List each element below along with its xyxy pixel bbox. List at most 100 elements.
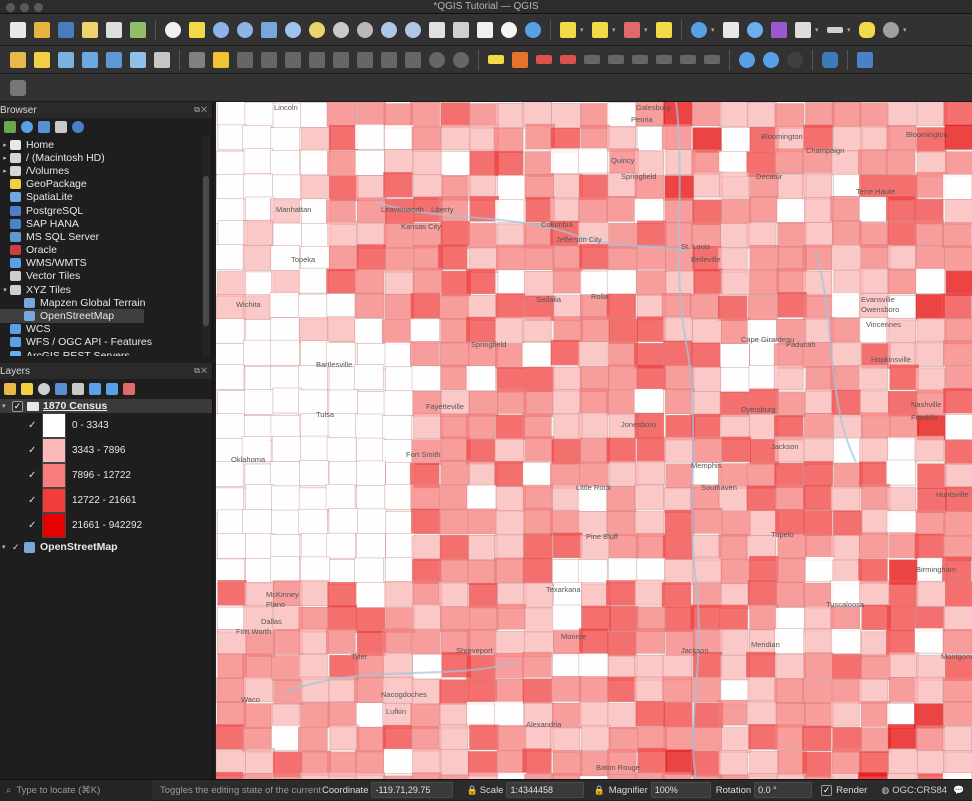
scale-field[interactable]: 1:4344458 xyxy=(506,782,585,798)
browser-item[interactable]: WMS/WMTS xyxy=(0,257,212,270)
toggle-editing-icon[interactable] xyxy=(186,49,208,71)
crs-globe-icon[interactable]: ◍ xyxy=(881,785,889,796)
add-raster-icon[interactable] xyxy=(103,49,125,71)
new-print-layout-icon[interactable] xyxy=(79,19,101,41)
class-visibility-check[interactable]: ✓ xyxy=(28,495,42,506)
globe-icon[interactable] xyxy=(784,49,806,71)
data-source-manager-icon[interactable] xyxy=(7,49,29,71)
expand-arrow-icon[interactable]: ▾ xyxy=(2,543,12,551)
identify-icon[interactable] xyxy=(688,19,710,41)
zoom-to-selection-icon[interactable] xyxy=(306,19,328,41)
locator-search[interactable]: ⌕ Type to locate (⌘K) xyxy=(0,779,152,801)
crs-value[interactable]: OGC:CRS84 xyxy=(892,785,947,796)
expand-arrow-icon[interactable]: ▸ xyxy=(0,154,10,162)
browser-item[interactable]: ▸ Home xyxy=(0,138,212,151)
browser-item[interactable]: GeoPackage xyxy=(0,178,212,191)
add-wms-icon[interactable] xyxy=(736,49,758,71)
browser-item[interactable]: SpatiaLite xyxy=(0,191,212,204)
measure-icon[interactable] xyxy=(824,19,846,41)
class-visibility-check[interactable]: ✓ xyxy=(28,420,42,431)
unpin-icon[interactable] xyxy=(701,49,723,71)
attribute-table-icon[interactable] xyxy=(720,19,742,41)
undo-icon[interactable] xyxy=(426,49,448,71)
visibility-icon[interactable] xyxy=(38,383,50,395)
temporal-controller-icon[interactable] xyxy=(498,19,520,41)
magnifier-field[interactable]: 100% xyxy=(650,782,711,798)
move-label-icon[interactable] xyxy=(581,49,603,71)
collapse-all-icon[interactable] xyxy=(55,121,67,133)
open-project-icon[interactable] xyxy=(31,19,53,41)
save-edits-icon[interactable] xyxy=(234,49,256,71)
statistics-icon[interactable] xyxy=(768,19,790,41)
browser-item[interactable]: ArcGIS REST Servers xyxy=(0,349,212,356)
deselect-icon[interactable] xyxy=(621,19,643,41)
expand-all-icon[interactable] xyxy=(89,383,101,395)
remove-layer-icon[interactable] xyxy=(123,383,135,395)
map-canvas[interactable]: Lincoln Galesburg Peoria Bloomington Champai… xyxy=(216,102,972,779)
collapse-all-icon[interactable] xyxy=(106,383,118,395)
zoom-last-icon[interactable] xyxy=(378,19,400,41)
paste-icon[interactable] xyxy=(402,49,424,71)
panel-controls-icon[interactable]: ⧉✕ xyxy=(194,105,208,115)
add-layer-icon[interactable] xyxy=(31,49,53,71)
digitize-icon[interactable] xyxy=(79,49,101,71)
change-label-icon[interactable] xyxy=(629,49,651,71)
zoom-next-icon[interactable] xyxy=(402,19,424,41)
browser-item[interactable]: PostgreSQL xyxy=(0,204,212,217)
diagram-icon[interactable] xyxy=(509,49,531,71)
pencil-icon[interactable] xyxy=(210,49,232,71)
filter-legend-icon[interactable] xyxy=(55,383,67,395)
class-visibility-check[interactable]: ✓ xyxy=(28,445,42,456)
style-manager-icon[interactable] xyxy=(127,19,149,41)
browser-item[interactable]: MS SQL Server xyxy=(0,230,212,243)
copy-icon[interactable] xyxy=(378,49,400,71)
annotation-icon[interactable] xyxy=(880,19,902,41)
add-wfs-icon[interactable] xyxy=(760,49,782,71)
add-feature-icon[interactable] xyxy=(258,49,280,71)
delete-icon[interactable] xyxy=(330,49,352,71)
show-hide-labels-icon[interactable] xyxy=(653,49,675,71)
class-visibility-check[interactable]: ✓ xyxy=(28,470,42,481)
browser-item[interactable]: SAP HANA xyxy=(0,217,212,230)
select-features-icon[interactable] xyxy=(557,19,579,41)
toolbox-icon[interactable] xyxy=(744,19,766,41)
pan-to-selection-icon[interactable] xyxy=(186,19,208,41)
refresh-icon[interactable] xyxy=(522,19,544,41)
expand-arrow-icon[interactable]: ▾ xyxy=(0,286,10,294)
move-feature-icon[interactable] xyxy=(306,49,328,71)
layers-stack-icon[interactable] xyxy=(7,77,29,99)
help-icon[interactable] xyxy=(854,49,876,71)
pin-labels-icon[interactable] xyxy=(533,49,555,71)
zoom-full-icon[interactable] xyxy=(282,19,304,41)
rotate-label-icon[interactable] xyxy=(605,49,627,71)
refresh-icon[interactable] xyxy=(21,121,33,133)
new-shapefile-icon[interactable] xyxy=(55,49,77,71)
bookmark-icon[interactable] xyxy=(474,19,496,41)
properties-icon[interactable] xyxy=(72,121,84,133)
browser-item[interactable]: Mapzen Global Terrain xyxy=(0,296,212,309)
browser-item[interactable]: WFS / OGC API - Features xyxy=(0,336,212,349)
map-tips-icon[interactable] xyxy=(856,19,878,41)
add-selected-layers-icon[interactable] xyxy=(4,121,16,133)
render-checkbox[interactable]: ✓ xyxy=(821,784,833,796)
label-properties-icon[interactable] xyxy=(677,49,699,71)
label-icon[interactable] xyxy=(485,49,507,71)
zoom-in-icon[interactable] xyxy=(210,19,232,41)
virtual-layer-icon[interactable] xyxy=(127,49,149,71)
browser-item[interactable]: ▸ /Volumes xyxy=(0,164,212,177)
legend-class-row[interactable]: ✓ 3343 - 7896 xyxy=(0,438,212,463)
expand-arrow-icon[interactable]: ▸ xyxy=(0,167,10,175)
visibility-check[interactable]: ✓ xyxy=(12,542,24,553)
zoom-rubberband-icon[interactable] xyxy=(258,19,280,41)
layout-manager-icon[interactable] xyxy=(103,19,125,41)
rotation-field[interactable]: 0.0 ° xyxy=(754,782,813,798)
open-table-icon[interactable] xyxy=(792,19,814,41)
scale-lock-icon[interactable]: 🔒 xyxy=(466,785,477,796)
lock-icon[interactable]: 🔒 xyxy=(593,785,604,796)
vertex-tool-icon[interactable] xyxy=(282,49,304,71)
highlight-labels-icon[interactable] xyxy=(557,49,579,71)
browser-item[interactable]: ▸ / (Macintosh HD) xyxy=(0,151,212,164)
expand-arrow-icon[interactable]: ▸ xyxy=(0,141,10,149)
python-console-icon[interactable] xyxy=(819,49,841,71)
messages-icon[interactable]: 💬 xyxy=(953,785,964,796)
